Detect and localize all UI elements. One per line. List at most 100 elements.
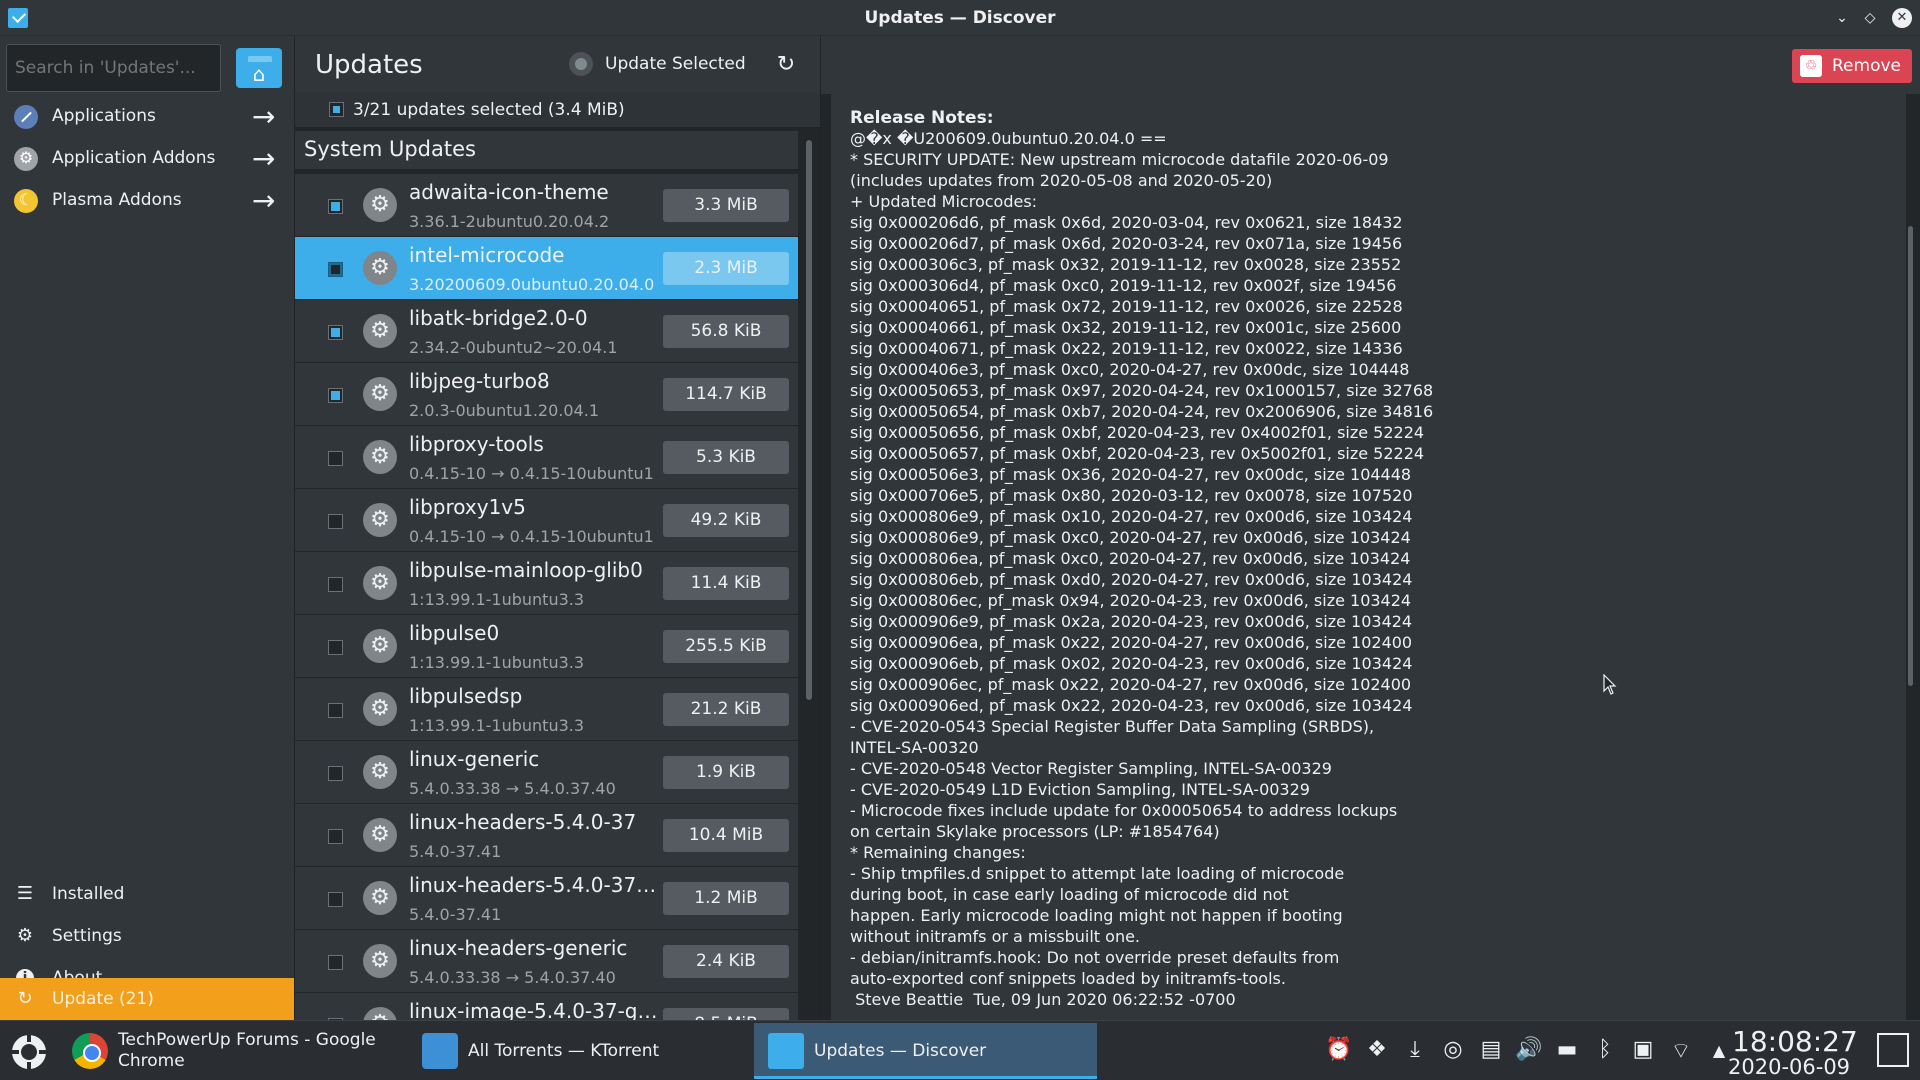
package-version: 5.4.0.33.38 → 5.4.0.37.40 — [409, 779, 616, 798]
release-note-line: + Updated Microcodes: — [850, 192, 1038, 211]
notifications-icon[interactable]: ⏰ — [1325, 1037, 1353, 1062]
package-name: linux-headers-5.4.0-37 — [409, 810, 637, 834]
release-note-line: sig 0x000406e3, pf_mask 0xc0, 2020-04-27… — [850, 360, 1410, 379]
remove-button[interactable]: ♲ Remove — [1792, 49, 1912, 83]
package-checkbox[interactable] — [328, 892, 343, 907]
update-selected-label: Update Selected — [605, 54, 746, 74]
wifi-icon[interactable]: ⌔ — [1667, 1037, 1695, 1065]
remove-label: Remove — [1832, 56, 1901, 76]
task-discover[interactable]: Updates — Discover — [754, 1023, 1097, 1079]
sidebar-item-installed[interactable]: ☰ Installed — [0, 873, 294, 915]
search-input[interactable] — [6, 44, 221, 92]
release-note-line: sig 0x000306c3, pf_mask 0x32, 2019-11-12… — [850, 255, 1402, 274]
details-scrollbar[interactable] — [1908, 226, 1913, 686]
release-note-line: happen. Early microcode loading might no… — [850, 906, 1343, 925]
package-name: libpulse-mainloop-glib0 — [409, 558, 643, 582]
release-note-line: sig 0x000806ea, pf_mask 0xc0, 2020-04-27… — [850, 549, 1411, 568]
package-row[interactable]: ⚙ libpulse0 1:13.99.1-1ubuntu3.3 255.5 KiB — [295, 615, 798, 678]
package-row[interactable]: ⚙ libatk-bridge2.0-0 2.34.2-0ubuntu2~20.04… — [295, 300, 798, 363]
release-notes-text: @�x �U200609.0ubuntu0.20.04.0 == * SECURI… — [850, 128, 1433, 1010]
package-checkbox[interactable] — [328, 388, 343, 403]
release-note-line: Steve Beattie Tue, 09 Jun 2020 06:22:52 … — [850, 990, 1236, 1009]
package-row[interactable]: ⚙ libproxy1v5 0.4.15-10 → 0.4.15-10ubuntu1… — [295, 489, 798, 552]
package-icon: ⚙ — [363, 314, 397, 348]
task-label: All Torrents — KTorrent — [468, 1041, 660, 1061]
volume-icon[interactable]: 🔊 — [1515, 1037, 1543, 1062]
clock-time[interactable]: 18:08:27 — [1732, 1025, 1858, 1058]
package-row[interactable]: ⚙ libpulsedsp 1:13.99.1-1ubuntu3.3 21.2 KiB — [295, 678, 798, 741]
sidebar-item-label: Installed — [52, 884, 125, 904]
update-icon — [569, 52, 593, 76]
package-row[interactable]: ⚙ libproxy-tools 0.4.15-10 → 0.4.15-10ubun… — [295, 426, 798, 489]
sidebar-item-settings[interactable]: ⚙ Settings — [0, 915, 294, 957]
task-chrome[interactable]: TechPowerUp Forums - Google Chrome — [58, 1023, 403, 1079]
arrow-right-icon: → — [252, 142, 276, 175]
package-name: adwaita-icon-theme — [409, 180, 609, 204]
device-icon[interactable]: ▣ — [1629, 1037, 1657, 1062]
arrow-right-icon: → — [252, 184, 276, 217]
sidebar-item-update[interactable]: ↻ Update (21) — [0, 978, 294, 1020]
package-checkbox[interactable] — [328, 766, 343, 781]
clipboard-icon[interactable]: ▤ — [1477, 1037, 1505, 1062]
package-icon: ⚙ — [363, 692, 397, 726]
package-size: 3.3 MiB — [663, 189, 789, 222]
section-title: System Updates — [304, 137, 476, 161]
dropbox-icon[interactable]: ❖ — [1363, 1037, 1391, 1062]
show-desktop-button[interactable] — [1877, 1033, 1909, 1067]
minimize-icon[interactable]: ⌄ — [1832, 8, 1852, 28]
package-row[interactable]: ⚙ linux-headers-generic 5.4.0.33.38 → 5.4.… — [295, 930, 798, 993]
select-all-checkbox[interactable] — [329, 102, 344, 117]
discover-tray-icon[interactable]: ◎ — [1439, 1037, 1467, 1062]
updates-panel: Updates Update Selected ↻ 3/21 updates s… — [295, 36, 820, 1041]
bluetooth-icon[interactable]: ᛒ — [1591, 1037, 1619, 1062]
clock-date[interactable]: 2020-06-09 — [1728, 1055, 1850, 1079]
discover-icon — [768, 1033, 804, 1069]
details-toolbar: ♲ Remove — [821, 36, 1920, 94]
package-size: 5.3 KiB — [663, 441, 789, 474]
package-size: 56.8 KiB — [663, 315, 789, 348]
remove-icon: ♲ — [1800, 55, 1822, 77]
package-size: 11.4 KiB — [663, 567, 789, 600]
refresh-icon[interactable]: ↻ — [771, 50, 801, 80]
package-name: libproxy-tools — [409, 432, 544, 456]
package-checkbox[interactable] — [328, 703, 343, 718]
package-checkbox[interactable] — [328, 640, 343, 655]
release-note-line: auto-exported conf snippets loaded by in… — [850, 969, 1286, 988]
release-note-line: sig 0x000206d7, pf_mask 0x6d, 2020-03-24… — [850, 234, 1403, 253]
package-checkbox[interactable] — [328, 955, 343, 970]
release-note-line: sig 0x000506e3, pf_mask 0x36, 2020-04-27… — [850, 465, 1412, 484]
package-name: linux-headers-5.4.0-37-… — [409, 873, 659, 897]
package-checkbox[interactable] — [328, 829, 343, 844]
window-title: Updates — Discover — [864, 8, 1056, 28]
package-checkbox[interactable] — [328, 325, 343, 340]
sidebar-item-plasma-addons[interactable]: Plasma Addons → — [0, 180, 294, 220]
package-checkbox[interactable] — [328, 199, 343, 214]
task-ktorrent[interactable]: All Torrents — KTorrent — [408, 1023, 753, 1079]
sidebar-item-applications[interactable]: Applications → — [0, 96, 294, 136]
package-row[interactable]: ⚙ linux-headers-5.4.0-37 5.4.0-37.41 10.4 M… — [295, 804, 798, 867]
package-row[interactable]: ⚙ libjpeg-turbo8 2.0.3-0ubuntu1.20.04.1 114… — [295, 363, 798, 426]
battery-icon[interactable]: ▬ — [1553, 1037, 1581, 1062]
close-icon[interactable]: ✕ — [1892, 8, 1912, 28]
package-row[interactable]: ⚙ libpulse-mainloop-glib0 1:13.99.1-1ubunt… — [295, 552, 798, 615]
package-name: libjpeg-turbo8 — [409, 369, 550, 393]
sidebar-item-application-addons[interactable]: Application Addons → — [0, 138, 294, 178]
package-checkbox[interactable] — [328, 514, 343, 529]
package-checkbox[interactable] — [328, 262, 343, 277]
list-scrollbar[interactable] — [806, 140, 812, 700]
package-row[interactable]: ⚙ linux-headers-5.4.0-37-… 5.4.0-37.41 1.2 … — [295, 867, 798, 930]
package-size: 255.5 KiB — [663, 630, 789, 663]
task-label: Updates — Discover — [814, 1041, 987, 1061]
release-note-line: - CVE-2020-0548 Vector Register Sampling… — [850, 759, 1332, 778]
download-icon[interactable]: ⤓ — [1401, 1037, 1429, 1062]
package-row[interactable]: ⚙ intel-microcode 3.20200609.0ubuntu0.20.0… — [295, 237, 798, 300]
application-launcher-icon[interactable] — [10, 1033, 48, 1071]
arrow-right-icon: → — [252, 100, 276, 133]
release-note-line: sig 0x000906ea, pf_mask 0x22, 2020-04-27… — [850, 633, 1413, 652]
maximize-icon[interactable]: ◇ — [1860, 8, 1880, 28]
package-checkbox[interactable] — [328, 451, 343, 466]
package-row[interactable]: ⚙ adwaita-icon-theme 3.36.1-2ubuntu0.20.04… — [295, 174, 798, 237]
package-checkbox[interactable] — [328, 577, 343, 592]
home-button[interactable] — [236, 48, 282, 88]
package-row[interactable]: ⚙ linux-generic 5.4.0.33.38 → 5.4.0.37.40 1… — [295, 741, 798, 804]
